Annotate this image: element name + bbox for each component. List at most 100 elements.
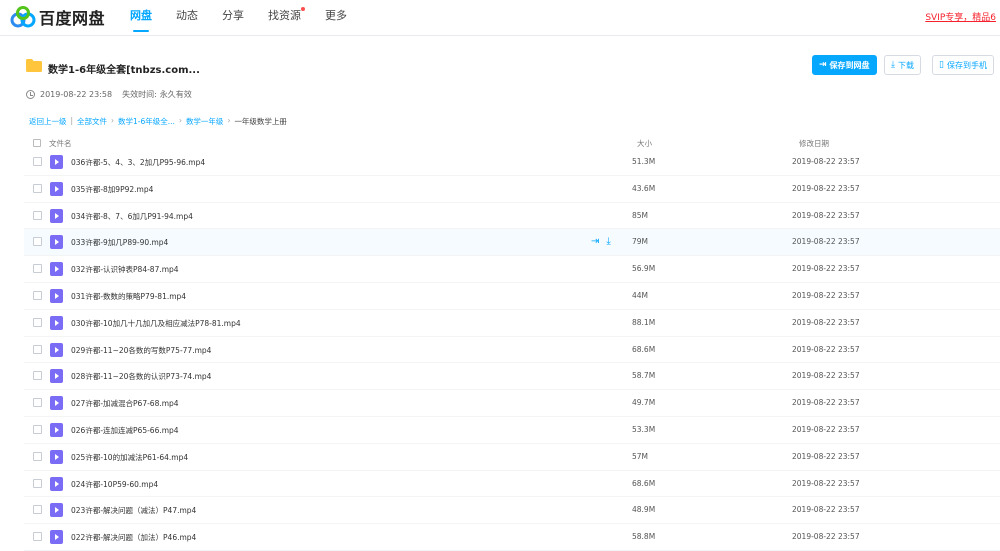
nav-item-netdisk[interactable]: 网盘 <box>118 0 164 36</box>
row-download-icon[interactable]: ⤓ <box>606 236 610 248</box>
row-checkbox[interactable] <box>33 237 42 247</box>
file-size: 79M <box>632 237 649 247</box>
file-row[interactable]: 027许都-加减混合P67-68.mp4 49.7M 2019-08-22 23:5… <box>24 390 1000 417</box>
logo[interactable]: 百度网盘 <box>10 6 105 28</box>
row-checkbox[interactable] <box>33 398 42 408</box>
file-row[interactable]: 032许都-认识钟表P84-87.mp4 56.9M 2019-08-22 23:5… <box>24 256 1000 283</box>
save-to-netdisk-button[interactable]: ⇥ 保存到网盘 <box>812 55 877 75</box>
video-file-icon <box>50 262 63 277</box>
row-checkbox[interactable] <box>33 371 42 381</box>
row-checkbox[interactable] <box>33 317 42 327</box>
file-name[interactable]: 032许都-认识钟表P84-87.mp4 <box>71 264 179 275</box>
file-modified-date: 2019-08-22 23:57 <box>792 371 860 381</box>
expire-label: 失效时间: <box>122 90 157 99</box>
file-list: 036许都-5、4、3、2加几P95-96.mp4 51.3M 2019-08-22… <box>24 149 1000 551</box>
select-all-checkbox[interactable] <box>33 139 41 147</box>
nav-item-find-resources[interactable]: 找资源 <box>256 0 313 36</box>
video-file-icon <box>50 449 63 464</box>
file-name[interactable]: 025许都-10的加减法P61-64.mp4 <box>71 452 188 463</box>
file-name[interactable]: 029许都-11~20各数的写数P75-77.mp4 <box>71 345 211 356</box>
file-row[interactable]: 035许都-8加9P92.mp4 43.6M 2019-08-22 23:57 <box>24 176 1000 203</box>
row-checkbox[interactable] <box>33 183 42 193</box>
nav-item-more[interactable]: 更多 <box>313 0 359 36</box>
main-nav: 网盘 动态 分享 找资源 更多 <box>118 0 359 36</box>
file-row[interactable]: 028许都-11~20各数的认识P73-74.mp4 58.7M 2019-08-2… <box>24 363 1000 391</box>
breadcrumb-arrow: › <box>227 116 231 125</box>
file-row[interactable]: 029许都-11~20各数的写数P75-77.mp4 68.6M 2019-08-2… <box>24 337 1000 364</box>
file-modified-date: 2019-08-22 23:57 <box>792 157 860 166</box>
download-icon: ⤓ <box>891 60 895 70</box>
row-checkbox[interactable] <box>33 290 42 300</box>
save-to-phone-button[interactable]: ▯ 保存到手机 <box>932 55 994 75</box>
download-button[interactable]: ⤓ 下载 <box>884 55 921 75</box>
file-row[interactable]: 022许都-解决问题（加法）P46.mp4 58.8M 2019-08-22 23:… <box>24 524 1000 551</box>
logo-text: 百度网盘 <box>39 9 106 28</box>
column-header-date[interactable]: 修改日期 <box>799 138 829 149</box>
nav-item-find-resources-label: 找资源 <box>268 9 301 22</box>
row-checkbox[interactable] <box>33 451 42 461</box>
file-modified-date: 2019-08-22 23:57 <box>792 183 860 193</box>
created-time: 2019-08-22 23:58 <box>40 90 113 99</box>
file-name[interactable]: 034许都-8、7、6加几P91-94.mp4 <box>71 211 193 222</box>
file-row[interactable]: 023许都-解决问题（减法）P47.mp4 48.9M 2019-08-22 23:… <box>24 497 1000 525</box>
file-name[interactable]: 022许都-解决问题（加法）P46.mp4 <box>71 532 196 543</box>
video-file-icon <box>50 235 63 250</box>
file-table-header: 文件名 大小 修改日期 <box>0 136 1000 150</box>
video-file-icon <box>50 208 63 223</box>
file-row[interactable]: 026许都-连加连减P65-66.mp4 53.3M 2019-08-22 23:5… <box>24 417 1000 444</box>
file-size: 68.6M <box>632 478 656 488</box>
row-checkbox[interactable] <box>33 424 42 434</box>
breadcrumb-level1[interactable]: 数学1-6年级全... <box>118 116 175 127</box>
file-row[interactable]: 036许都-5、4、3、2加几P95-96.mp4 51.3M 2019-08-22… <box>24 149 1000 176</box>
file-size: 48.9M <box>632 505 656 515</box>
video-file-icon <box>50 422 63 437</box>
file-modified-date: 2019-08-22 23:57 <box>792 210 860 220</box>
row-checkbox[interactable] <box>33 157 42 166</box>
column-header-size[interactable]: 大小 <box>637 138 652 149</box>
file-size: 88.1M <box>632 317 656 327</box>
breadcrumb-level2[interactable]: 数学一年级 <box>186 116 224 127</box>
file-row[interactable]: 031许都-数数的策略P79-81.mp4 44M 2019-08-22 23:57 <box>24 283 1000 310</box>
share-title: 数学1-6年级全套[tnbzs.com... <box>48 65 200 76</box>
file-size: 68.6M <box>632 344 656 354</box>
save-icon: ⇥ <box>819 60 827 70</box>
file-modified-date: 2019-08-22 23:57 <box>792 424 860 434</box>
file-name[interactable]: 036许都-5、4、3、2加几P95-96.mp4 <box>71 157 205 168</box>
nav-item-share[interactable]: 分享 <box>210 0 256 36</box>
file-modified-date: 2019-08-22 23:57 <box>792 505 860 515</box>
svip-promo-link[interactable]: SVIP专享，精品6 <box>925 10 996 23</box>
file-name[interactable]: 023许都-解决问题（减法）P47.mp4 <box>71 505 196 516</box>
file-row[interactable]: 030许都-10加几十几加几及相应减法P78-81.mp4 88.1M 2019-0… <box>24 310 1000 337</box>
row-checkbox[interactable] <box>33 210 42 220</box>
nav-item-activity[interactable]: 动态 <box>164 0 210 36</box>
row-checkbox[interactable] <box>33 264 42 274</box>
row-checkbox[interactable] <box>33 505 42 515</box>
file-size: 85M <box>632 210 649 220</box>
file-name[interactable]: 028许都-11~20各数的认识P73-74.mp4 <box>71 371 211 382</box>
file-row[interactable]: 025许都-10的加减法P61-64.mp4 57M 2019-08-22 23:5… <box>24 444 1000 471</box>
file-name[interactable]: 027许都-加减混合P67-68.mp4 <box>71 398 179 409</box>
breadcrumb-current: 一年级数学上册 <box>234 117 287 126</box>
file-name[interactable]: 031许都-数数的策略P79-81.mp4 <box>71 291 186 302</box>
file-name[interactable]: 033许都-9加几P89-90.mp4 <box>71 237 168 248</box>
file-name[interactable]: 024许都-10P59-60.mp4 <box>71 479 158 490</box>
file-row[interactable]: 034许都-8、7、6加几P91-94.mp4 85M 2019-08-22 23:… <box>24 203 1000 230</box>
file-row[interactable]: 033许都-9加几P89-90.mp4 ⇥ ⤓ 79M 2019-08-22 23:57 <box>24 229 1000 257</box>
file-name[interactable]: 035许都-8加9P92.mp4 <box>71 184 153 195</box>
file-name[interactable]: 030许都-10加几十几加几及相应减法P78-81.mp4 <box>71 318 241 329</box>
file-name[interactable]: 026许都-连加连减P65-66.mp4 <box>71 425 179 436</box>
column-header-name[interactable]: 文件名 <box>49 138 72 149</box>
breadcrumb: 返回上一级 | 全部文件 › 数学1-6年级全... › 数学一年级 › 一年级… <box>29 116 291 127</box>
breadcrumb-all-files[interactable]: 全部文件 <box>77 116 107 127</box>
file-size: 49.7M <box>632 398 656 408</box>
file-modified-date: 2019-08-22 23:57 <box>792 264 860 274</box>
file-size: 56.9M <box>632 264 656 274</box>
video-file-icon <box>50 181 63 196</box>
row-checkbox[interactable] <box>33 344 42 354</box>
breadcrumb-back[interactable]: 返回上一级 <box>29 116 67 127</box>
row-checkbox[interactable] <box>33 532 42 542</box>
file-row[interactable]: 024许都-10P59-60.mp4 68.6M 2019-08-22 23:57 <box>24 471 1000 498</box>
row-save-icon[interactable]: ⇥ <box>591 236 599 248</box>
row-checkbox[interactable] <box>33 478 42 488</box>
file-size: 44M <box>632 290 649 300</box>
